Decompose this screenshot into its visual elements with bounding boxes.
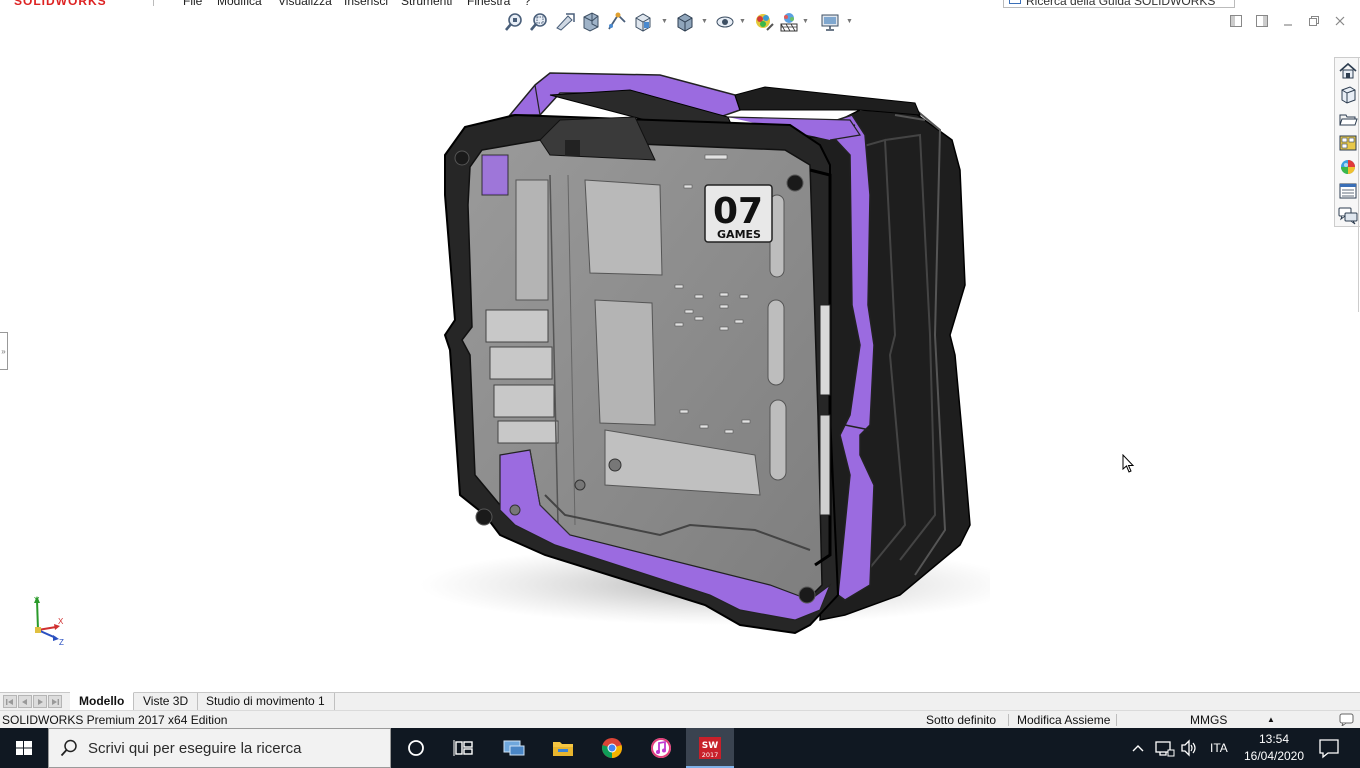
menu-visualizza[interactable]: Visualizza: [278, 0, 332, 8]
definition-status: Sotto definito: [926, 713, 997, 727]
logo-text: GAMES: [717, 228, 761, 241]
status-divider: [1008, 714, 1009, 726]
units-selector[interactable]: MMGS: [1190, 711, 1227, 729]
home-icon[interactable]: [1337, 60, 1359, 82]
solidworks-version-badge: 2017: [702, 751, 719, 759]
menu-divider: [153, 0, 154, 6]
windows-start-icon[interactable]: [0, 728, 48, 768]
volume-icon[interactable]: [1180, 728, 1198, 768]
view-palette-icon[interactable]: [1337, 132, 1359, 154]
appearances-icon[interactable]: [1337, 156, 1359, 178]
search-placeholder: Scrivi qui per eseguire la ricerca: [88, 740, 302, 757]
chrome-icon[interactable]: [588, 728, 636, 768]
last-tab-icon[interactable]: [48, 695, 62, 708]
tile-right-icon[interactable]: [1252, 12, 1272, 32]
chevron-down-icon[interactable]: ▼: [701, 18, 709, 26]
first-tab-icon[interactable]: [3, 695, 17, 708]
task-view-icon[interactable]: [440, 728, 488, 768]
view-orientation-icon[interactable]: [632, 10, 654, 34]
menu-file[interactable]: File: [183, 0, 202, 8]
taskbar-clock[interactable]: 13:54 16/04/2020: [1236, 731, 1312, 765]
notifications-icon[interactable]: [1318, 728, 1340, 768]
menu-modifica[interactable]: Modifica: [217, 0, 262, 8]
help-search-input[interactable]: Ricerca della Guida SOLIDWORKS: [1003, 0, 1235, 8]
remote-desktop-icon[interactable]: [490, 728, 538, 768]
tile-left-icon[interactable]: [1226, 12, 1246, 32]
view-settings-icon[interactable]: [819, 10, 841, 34]
dynamic-annotation-icon[interactable]: [606, 10, 628, 34]
triad-z-label: Z: [59, 638, 64, 647]
network-icon[interactable]: [1154, 728, 1176, 768]
chevron-down-icon[interactable]: ▼: [802, 18, 810, 26]
model-logo-label: 07 GAMES: [704, 184, 773, 243]
menu-bar: SOLIDWORKS File Modifica Visualizza Inse…: [0, 0, 1000, 8]
solidworks-logo: SOLIDWORKS: [14, 0, 107, 8]
restore-icon[interactable]: [1304, 12, 1324, 32]
forum-icon[interactable]: [1337, 204, 1359, 226]
reference-triad: Y X Z: [28, 594, 72, 648]
model-tab-bar: Modello Viste 3D Studio di movimento 1: [0, 692, 1360, 711]
help-search-placeholder: Ricerca della Guida SOLIDWORKS: [1026, 0, 1216, 8]
chevron-up-icon[interactable]: [1131, 728, 1149, 768]
file-explorer-icon[interactable]: [539, 728, 587, 768]
clock-date: 16/04/2020: [1243, 749, 1305, 763]
edition-text: SOLIDWORKS Premium 2017 x64 Edition: [2, 713, 228, 727]
help-icon: [1009, 0, 1021, 4]
next-tab-icon[interactable]: [33, 695, 47, 708]
windows-taskbar: Scrivi qui per eseguire la ricerca SW 201…: [0, 728, 1360, 768]
status-divider: [1116, 714, 1117, 726]
status-bar: SOLIDWORKS Premium 2017 x64 Edition Sott…: [0, 710, 1360, 728]
tab-viste-3d[interactable]: Viste 3D: [134, 693, 199, 711]
previous-view-icon[interactable]: [554, 10, 576, 34]
edit-mode-status: Modifica Assieme: [1017, 713, 1111, 727]
menu-strumenti[interactable]: Strumenti: [401, 0, 452, 8]
chevron-down-icon[interactable]: ▼: [661, 18, 669, 26]
expand-icon: »: [1, 347, 6, 356]
custom-properties-icon[interactable]: [1337, 180, 1359, 202]
menu-inserisci[interactable]: Inserisci: [344, 0, 388, 8]
cortana-icon[interactable]: [392, 728, 440, 768]
mouse-cursor-icon: [1122, 453, 1136, 474]
triad-y-label: Y: [34, 596, 40, 605]
hide-show-items-icon[interactable]: [714, 10, 736, 34]
chevron-down-icon[interactable]: ▼: [739, 18, 747, 26]
itunes-icon[interactable]: [637, 728, 685, 768]
section-view-icon[interactable]: [580, 10, 602, 34]
svg-text:SW: SW: [702, 741, 718, 751]
input-language[interactable]: ITA: [1210, 728, 1228, 768]
zoom-to-area-icon[interactable]: [528, 10, 550, 34]
feature-manager-toggle[interactable]: »: [0, 332, 8, 370]
apply-scene-icon[interactable]: [778, 10, 800, 34]
clock-time: 13:54: [1258, 732, 1290, 746]
search-icon: [60, 739, 77, 757]
tab-studio-di-movimento[interactable]: Studio di movimento 1: [197, 693, 335, 711]
display-style-icon[interactable]: [674, 10, 696, 34]
close-icon[interactable]: [1330, 12, 1350, 32]
solidworks-window: SOLIDWORKS File Modifica Visualizza Inse…: [0, 0, 1360, 768]
minimize-icon[interactable]: [1278, 12, 1298, 32]
chevron-down-icon[interactable]: ▼: [846, 18, 854, 26]
menu-help[interactable]: ?: [524, 0, 531, 8]
solidworks-taskbar-icon[interactable]: SW 2017: [686, 728, 734, 768]
triad-x-label: X: [58, 617, 64, 626]
menu-finestra[interactable]: Finestra: [467, 0, 510, 8]
graphics-area-model[interactable]: 07 GAMES: [390, 55, 1020, 655]
logo-number: 07: [713, 191, 763, 232]
file-explorer-icon[interactable]: [1337, 108, 1359, 130]
tab-modello[interactable]: Modello: [70, 692, 135, 711]
previous-tab-icon[interactable]: [18, 695, 32, 708]
zoom-to-fit-icon[interactable]: [503, 10, 525, 34]
task-pane: [1334, 57, 1360, 227]
units-up-icon[interactable]: ▲: [1267, 711, 1275, 729]
design-library-icon[interactable]: [1337, 84, 1359, 106]
taskbar-search-input[interactable]: Scrivi qui per eseguire la ricerca: [48, 728, 391, 768]
edit-appearance-icon[interactable]: [753, 10, 775, 34]
